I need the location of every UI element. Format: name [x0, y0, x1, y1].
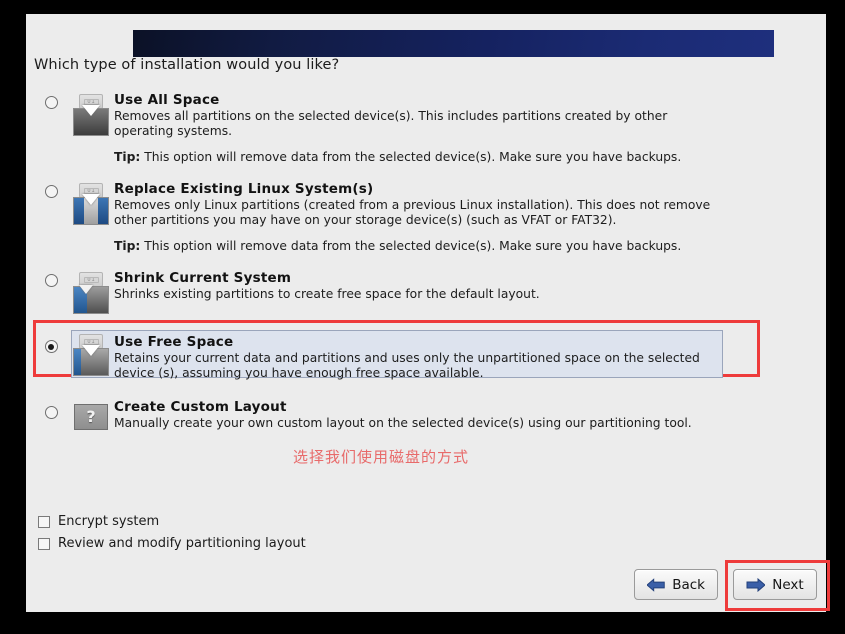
- option-use-free-space[interactable]: 01 Use Free Space Retains your current d…: [34, 326, 764, 380]
- chinese-annotation: 选择我们使用磁盘的方式: [293, 448, 470, 466]
- radio-cell-use-all-space: [34, 92, 68, 109]
- option-create-custom-layout[interactable]: ? Create Custom Layout Manually create y…: [34, 394, 764, 431]
- option-tip-text: This option will remove data from the se…: [140, 150, 682, 165]
- back-button-label: Back: [672, 576, 705, 593]
- option-title: Use All Space: [114, 92, 220, 108]
- disk-question-icon: ?: [74, 404, 108, 430]
- page-title: Which type of installation would you lik…: [34, 57, 340, 73]
- checkbox-label-encrypt-system: Encrypt system: [58, 514, 160, 529]
- down-arrow-icon: [82, 194, 100, 205]
- radio-cell-use-free-space: [34, 326, 68, 353]
- highlight-box-next-button: [725, 560, 830, 611]
- checkbox-encrypt-system[interactable]: [38, 515, 50, 528]
- option-use-all-space[interactable]: 01 Use All Space Removes all partitions …: [34, 92, 764, 164]
- option-description: Manually create your own custom layout o…: [114, 416, 692, 430]
- option-tip-label: Tip:: [114, 239, 141, 254]
- disk-all-space-icon: 01: [71, 94, 111, 138]
- option-title: Replace Existing Linux System(s): [114, 181, 374, 197]
- icon-cell-shrink-current-system: 01: [68, 270, 114, 316]
- disk-replace-linux-icon: 01: [71, 183, 111, 227]
- back-button[interactable]: Back: [634, 569, 718, 600]
- checkbox-label-review-partitioning: Review and modify partitioning layout: [58, 536, 306, 551]
- radio-use-all-space[interactable]: [44, 96, 58, 109]
- radio-shrink-current-system[interactable]: [44, 274, 58, 287]
- option-title: Create Custom Layout: [114, 399, 287, 415]
- option-tip: Tip: This option will remove data from t…: [114, 239, 764, 253]
- radio-cell-create-custom-layout: [34, 394, 68, 419]
- radio-cell-replace-existing-linux: [34, 181, 68, 198]
- option-body-replace-existing-linux: Replace Existing Linux System(s) Removes…: [114, 181, 764, 253]
- option-description: Removes only Linux partitions (created f…: [114, 198, 711, 227]
- icon-cell-create-custom-layout: ?: [68, 394, 114, 430]
- option-replace-existing-linux[interactable]: 01 Replace Existing Linux System(s) Remo…: [34, 181, 764, 253]
- option-body-use-all-space: Use All Space Removes all partitions on …: [114, 92, 764, 164]
- radio-replace-existing-linux[interactable]: [44, 185, 58, 198]
- option-shrink-current-system[interactable]: 01 Shrink Current System Shrinks existin…: [34, 270, 764, 316]
- down-arrow-icon: [82, 105, 100, 116]
- icon-cell-use-all-space: 01: [68, 92, 114, 138]
- option-description: Removes all partitions on the selected d…: [114, 109, 668, 138]
- disk-slot-label-3: 01: [84, 277, 99, 283]
- radio-create-custom-layout[interactable]: [44, 406, 58, 419]
- down-arrow-icon: [79, 285, 93, 294]
- disk-free-space-icon: 01: [71, 334, 111, 378]
- radio-cell-shrink-current-system: [34, 270, 68, 287]
- checkbox-review-partitioning[interactable]: [38, 537, 50, 550]
- icon-cell-use-free-space: 01: [68, 326, 114, 378]
- option-tip-label: Tip:: [114, 150, 141, 165]
- arrow-left-icon: [647, 577, 665, 592]
- header-banner: [133, 30, 774, 57]
- question-mark-glyph: ?: [86, 407, 96, 426]
- disk-shrink-icon: 01: [71, 272, 111, 316]
- option-body-shrink-current-system: Shrink Current System Shrinks existing p…: [114, 270, 764, 302]
- option-body-create-custom-layout: Create Custom Layout Manually create you…: [114, 394, 764, 431]
- option-body-use-free-space: Use Free Space Retains your current data…: [114, 326, 764, 380]
- option-description: Retains your current data and partitions…: [114, 351, 700, 380]
- down-arrow-icon: [82, 345, 100, 356]
- checkbox-row-encrypt-system[interactable]: Encrypt system: [38, 514, 159, 529]
- option-title: Use Free Space: [114, 334, 234, 350]
- option-tip: Tip: This option will remove data from t…: [114, 150, 764, 164]
- option-description: Shrinks existing partitions to create fr…: [114, 287, 540, 301]
- option-title: Shrink Current System: [114, 270, 292, 286]
- option-tip-text: This option will remove data from the se…: [140, 239, 682, 254]
- installer-panel: Which type of installation would you lik…: [26, 14, 826, 612]
- checkbox-row-review-partitioning[interactable]: Review and modify partitioning layout: [38, 536, 306, 551]
- radio-use-free-space[interactable]: [44, 340, 58, 353]
- icon-cell-replace-existing-linux: 01: [68, 181, 114, 227]
- installer-screen: Which type of installation would you lik…: [0, 0, 845, 634]
